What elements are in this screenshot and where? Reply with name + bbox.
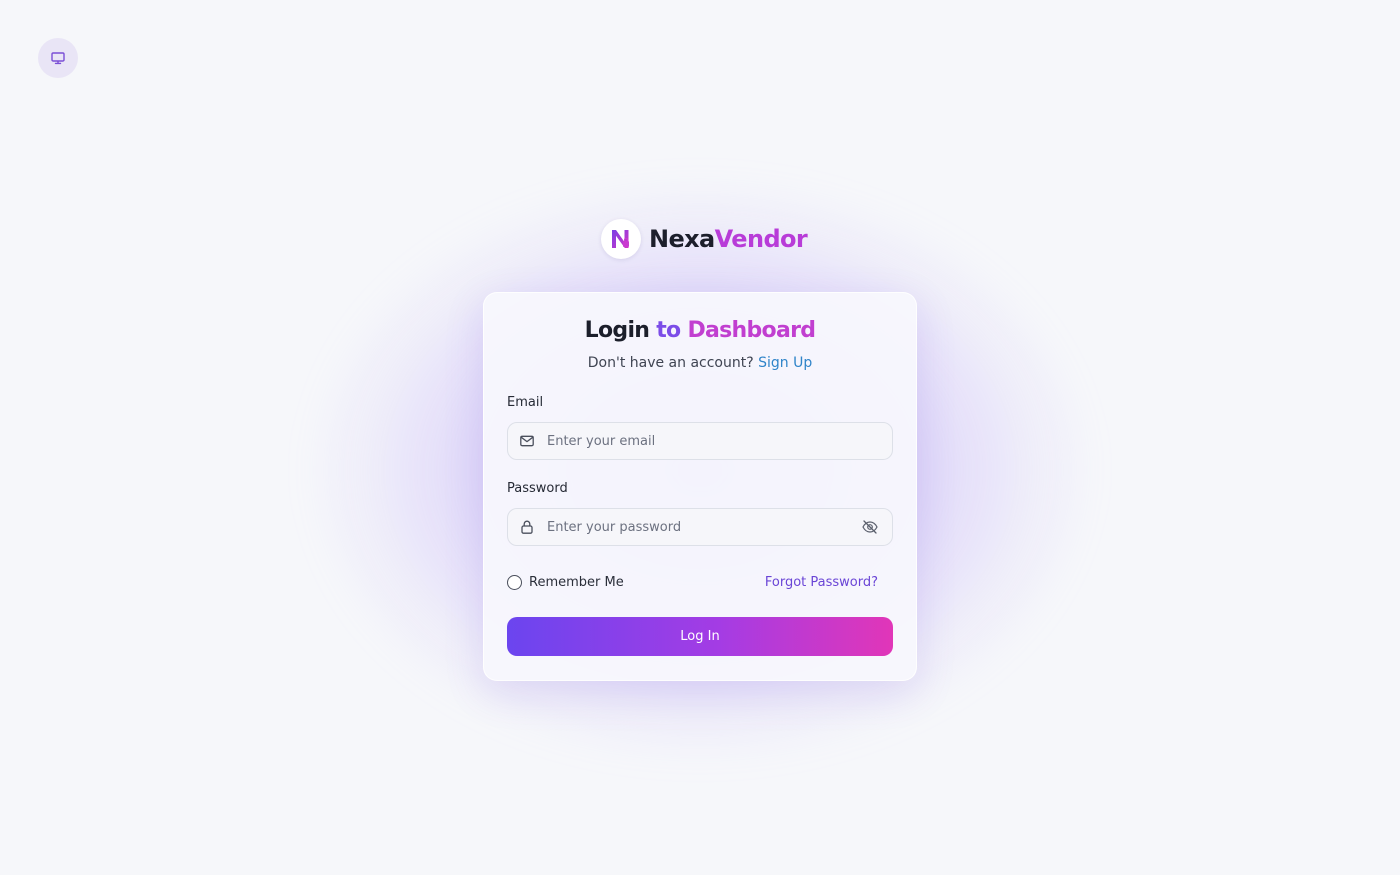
password-input[interactable] <box>547 519 860 535</box>
login-page: NexaVendor Login to Dashboard Don't have… <box>0 0 1400 875</box>
device-toggle-button[interactable] <box>38 38 78 78</box>
brand-name-part1: Nexa <box>649 225 715 253</box>
remember-me-label: Remember Me <box>529 574 624 590</box>
login-button[interactable]: Log In <box>507 617 893 656</box>
monitor-icon <box>51 52 65 65</box>
signup-link[interactable]: Sign Up <box>758 355 812 371</box>
nexavendor-logo-icon <box>601 219 641 259</box>
brand-name-part2: Vendor <box>714 225 808 253</box>
title-part1: Login <box>584 318 650 343</box>
eye-off-icon <box>862 520 878 534</box>
email-label: Email <box>507 395 544 410</box>
email-field-container <box>507 422 893 460</box>
login-options-row: Remember Me Forgot Password? <box>507 572 893 592</box>
mail-icon <box>519 433 535 449</box>
signup-prompt-text: Don't have an account? <box>587 355 754 371</box>
login-card: Login to Dashboard Don't have an account… <box>483 292 917 681</box>
remember-me-radio[interactable] <box>507 574 522 590</box>
password-field-container <box>507 508 893 546</box>
lock-icon <box>519 519 535 535</box>
title-part3: Dashboard <box>687 318 816 343</box>
password-label: Password <box>507 481 568 496</box>
brand-header: NexaVendor <box>601 219 808 259</box>
page-title: Login to Dashboard <box>507 315 893 347</box>
signup-prompt: Don't have an account? Sign Up <box>507 353 893 373</box>
forgot-password-link[interactable]: Forgot Password? <box>765 575 878 590</box>
remember-me-control[interactable]: Remember Me <box>507 574 624 590</box>
title-part2: to <box>656 318 681 343</box>
brand-name: NexaVendor <box>649 225 808 253</box>
toggle-password-visibility-button[interactable] <box>860 517 880 537</box>
email-input[interactable] <box>547 433 880 449</box>
